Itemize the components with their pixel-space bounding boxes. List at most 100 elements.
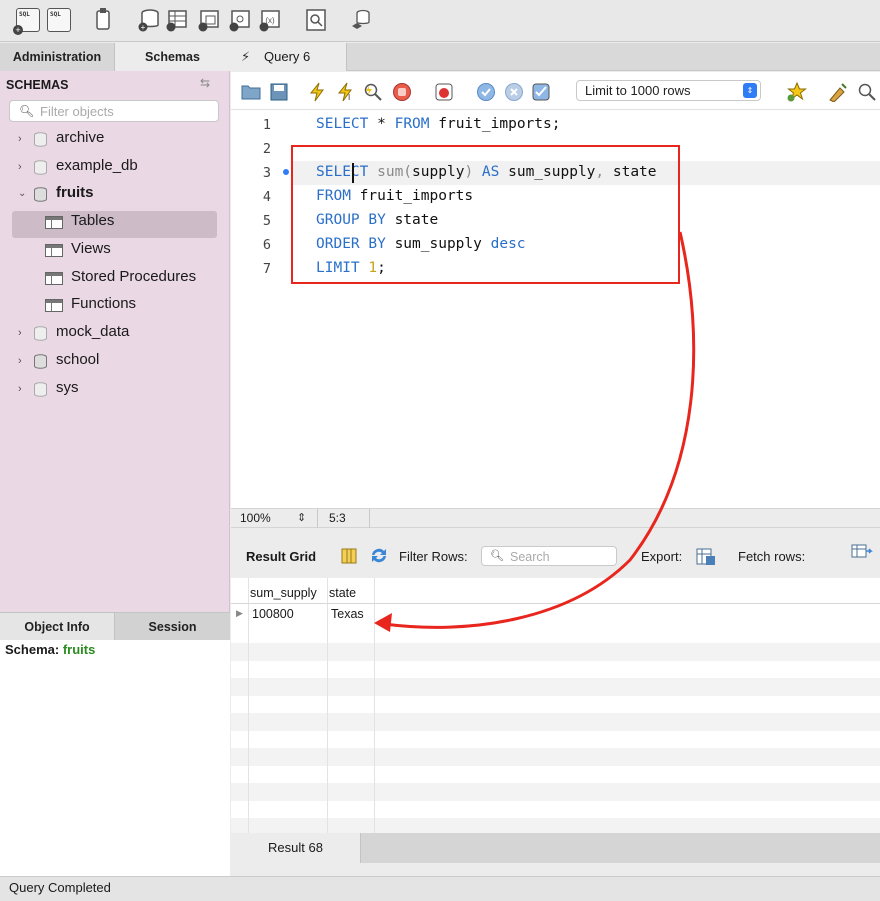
toggle-error-icon[interactable]: [434, 82, 454, 102]
export-icon[interactable]: [696, 546, 716, 566]
annotation-highlight-box: [291, 145, 680, 284]
tab-session[interactable]: Session: [115, 613, 230, 641]
chevron-right-icon[interactable]: ›: [18, 348, 22, 374]
query-tab-label: Query 6: [264, 49, 311, 64]
empty-row: [231, 783, 880, 801]
schema-fruits[interactable]: ⌄ fruits: [0, 180, 229, 206]
line-number: 2: [262, 141, 271, 157]
grid-view-icon[interactable]: [341, 548, 357, 564]
chevron-down-icon[interactable]: ⌄: [18, 181, 26, 207]
empty-row: [231, 748, 880, 766]
schema-mock-data[interactable]: › mock_data: [0, 319, 229, 345]
tree-item-label: Tables: [71, 212, 115, 229]
tab-query-6[interactable]: ⚡︎ Query 6: [231, 43, 347, 71]
table-folder-icon: [45, 216, 63, 229]
schema-sys[interactable]: › sys: [0, 375, 229, 401]
tree-item-label: Views: [71, 240, 111, 257]
tab-result-68[interactable]: Result 68: [231, 833, 361, 863]
schema-name: example_db: [56, 157, 138, 174]
add-snippet-icon[interactable]: [787, 82, 807, 102]
beautify-icon[interactable]: [828, 82, 848, 102]
filter-objects-box: 🔍︎: [9, 100, 219, 122]
open-file-icon[interactable]: [241, 82, 261, 102]
create-schema-icon[interactable]: +: [138, 8, 160, 32]
zoom-stepper-icon[interactable]: ⇕: [297, 511, 306, 524]
object-info-tabs: Object Info Session: [0, 612, 230, 641]
execute-icon[interactable]: [307, 82, 327, 102]
procedure-folder-icon: [45, 272, 63, 285]
chevron-right-icon[interactable]: ›: [18, 320, 22, 346]
commit-icon[interactable]: [476, 82, 496, 102]
sql-editor[interactable]: 1 2 3 4 5 6 7 SELECT * FROM fruit_import…: [231, 110, 880, 508]
refresh-arrows-icon[interactable]: [370, 547, 388, 564]
tab-schemas[interactable]: Schemas: [115, 43, 230, 71]
lightning-icon: ⚡︎: [241, 49, 251, 64]
tab-administration[interactable]: Administration: [0, 43, 115, 71]
table-row[interactable]: ▶ 100800 Texas: [231, 606, 880, 624]
explain-icon[interactable]: [363, 82, 383, 102]
table-cell[interactable]: Texas: [331, 607, 364, 621]
open-sql-script-icon[interactable]: SQL: [47, 8, 71, 32]
schema-name: sys: [56, 379, 79, 396]
schemas-header: SCHEMAS: [6, 78, 69, 92]
fetch-rows-label: Fetch rows:: [738, 549, 806, 564]
table-cell[interactable]: 100800: [252, 607, 294, 621]
schema-name: archive: [56, 129, 105, 146]
chevron-right-icon[interactable]: ›: [18, 376, 22, 402]
empty-row: [231, 643, 880, 661]
chevron-updown-icon: ⇕: [743, 83, 757, 98]
search-table-data-icon[interactable]: [305, 8, 327, 32]
create-table-icon[interactable]: [166, 8, 188, 32]
zoom-level[interactable]: 100%: [240, 511, 271, 525]
schema-name: mock_data: [56, 323, 130, 340]
result-grid-label[interactable]: Result Grid: [246, 549, 316, 564]
rollback-icon[interactable]: [504, 82, 524, 102]
autocommit-icon[interactable]: [531, 82, 551, 102]
database-icon: [34, 326, 47, 341]
sidebar-item-functions[interactable]: Functions: [0, 291, 229, 317]
schema-label: Schema:: [5, 642, 60, 657]
search-icon: 🔍︎: [490, 550, 504, 562]
save-icon[interactable]: [269, 82, 289, 102]
find-icon[interactable]: [857, 82, 877, 102]
database-icon: [34, 132, 47, 147]
editor-status-strip: 100% ⇕ 5:3: [231, 508, 880, 528]
tree-item-label: Stored Procedures: [71, 268, 197, 285]
sidebar-tabs: Administration Schemas: [0, 43, 230, 71]
filter-rows-input[interactable]: [510, 549, 610, 564]
stop-icon[interactable]: [392, 82, 412, 102]
main-toolbar: SQL + SQL + (x): [0, 0, 880, 42]
schema-archive[interactable]: › archive: [0, 125, 229, 151]
fetch-rows-icon[interactable]: [851, 544, 873, 560]
schema-school[interactable]: › school: [0, 347, 229, 373]
line-number: 7: [262, 261, 271, 277]
cursor-position: 5:3: [329, 511, 346, 525]
create-function-icon[interactable]: (x): [259, 8, 281, 32]
query-tab-bar: ⚡︎ Query 6: [231, 43, 880, 71]
refresh-icon[interactable]: ⇆: [200, 76, 210, 90]
tree-item-label: Functions: [71, 295, 137, 312]
column-header[interactable]: sum_supply: [250, 586, 317, 600]
sidebar-item-stored-procedures[interactable]: Stored Procedures: [0, 264, 229, 290]
schema-info-line: Schema: fruits: [5, 642, 95, 657]
sidebar-item-views[interactable]: Views: [0, 236, 229, 262]
execute-current-icon[interactable]: I: [335, 82, 355, 102]
sidebar-item-tables[interactable]: Tables: [0, 208, 229, 234]
column-header[interactable]: state: [329, 586, 356, 600]
chevron-right-icon[interactable]: ›: [18, 126, 22, 152]
tab-object-info[interactable]: Object Info: [0, 613, 115, 641]
limit-rows-select[interactable]: Limit to 1000 rows ⇕: [576, 80, 761, 101]
create-view-icon[interactable]: [198, 8, 220, 32]
schema-name: school: [56, 351, 100, 368]
schema-example-db[interactable]: › example_db: [0, 153, 229, 179]
reconnect-icon[interactable]: [350, 8, 372, 32]
create-procedure-icon[interactable]: [229, 8, 251, 32]
database-icon: [34, 187, 47, 202]
export-label: Export:: [641, 549, 683, 564]
filter-objects-input[interactable]: [40, 103, 210, 119]
inspector-icon[interactable]: [92, 8, 114, 32]
result-grid[interactable]: sum_supply state ▶ 100800 Texas: [231, 578, 880, 836]
chevron-right-icon[interactable]: ›: [18, 154, 22, 180]
sql-keyword: FROM: [394, 116, 430, 132]
new-sql-tab-icon[interactable]: SQL +: [13, 8, 40, 35]
